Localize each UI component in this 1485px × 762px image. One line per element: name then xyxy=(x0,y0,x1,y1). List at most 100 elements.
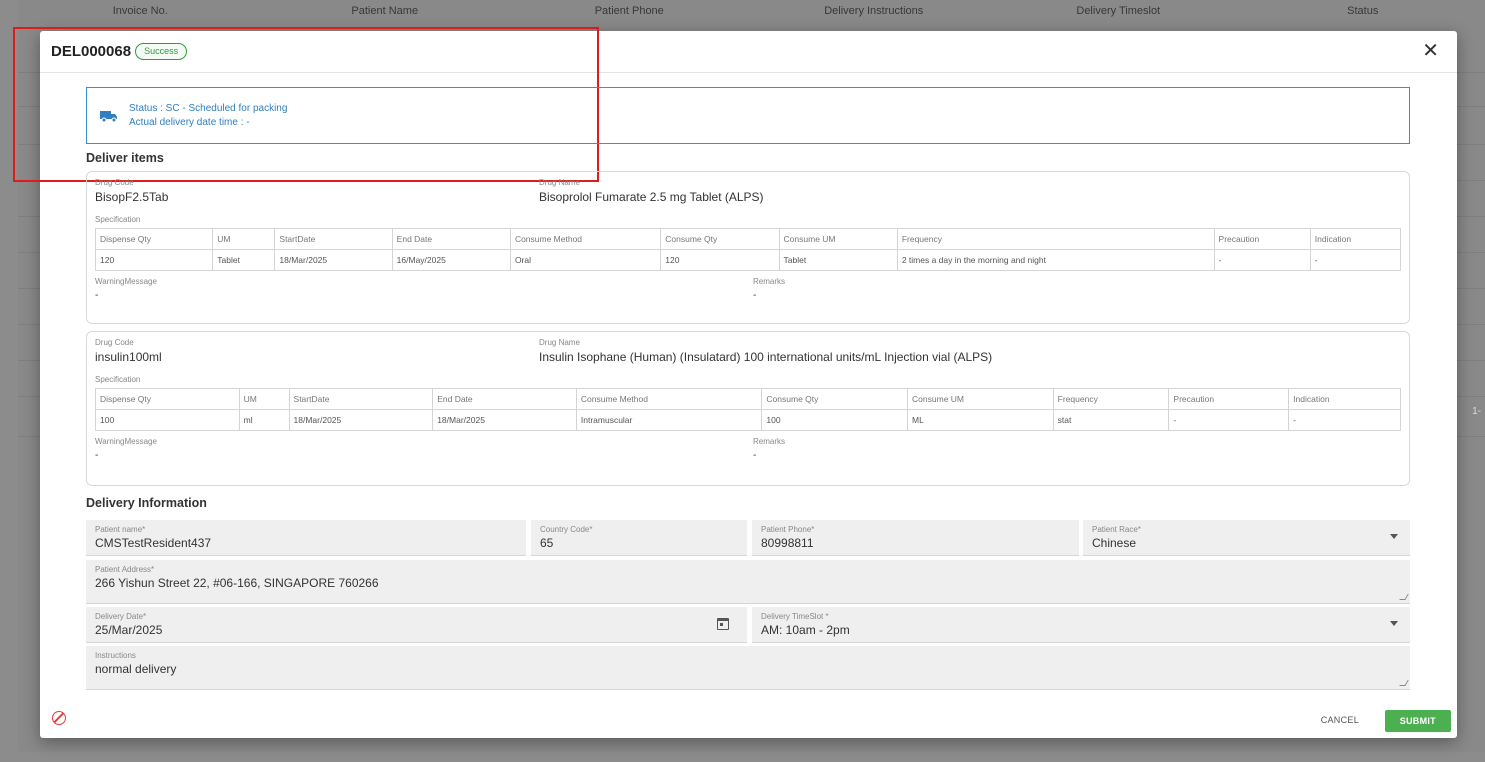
warning-label: WarningMessage xyxy=(95,277,157,286)
dialog-body: Status : SC - Scheduled for packing Actu… xyxy=(86,87,1410,516)
table-header-cell: Dispense Qty xyxy=(94,228,214,250)
table-cell: - xyxy=(1213,249,1311,271)
table-cell: Tablet xyxy=(212,249,276,271)
table-cell: 100 xyxy=(761,409,909,431)
patient-phone-field[interactable]: Patient Phone* 80998811 xyxy=(752,520,1079,556)
table-cell: 120 xyxy=(94,249,214,271)
patient-race-label: Patient Race* xyxy=(1092,525,1141,534)
warning-group: WarningMessage - xyxy=(95,437,753,467)
table-cell: - xyxy=(1168,409,1290,431)
patient-address-label: Patient Address* xyxy=(95,565,155,574)
cancel-button[interactable]: CANCEL xyxy=(1311,710,1369,730)
drug-name-label: Drug Name xyxy=(539,178,580,187)
calendar-icon[interactable] xyxy=(717,618,729,630)
instructions-field[interactable]: Instructions normal delivery xyxy=(86,646,1410,690)
specification-label: Specification xyxy=(95,375,141,384)
delivery-timeslot-label: Delivery TimeSlot * xyxy=(761,612,829,621)
close-icon[interactable]: ✕ xyxy=(1422,41,1439,61)
background-pager: 1- xyxy=(1472,406,1481,417)
patient-name-field[interactable]: Patient name* CMSTestResident437 xyxy=(86,520,526,556)
specification-table: Dispense Qty UM StartDate End Date Consu… xyxy=(95,388,1401,431)
country-code-field[interactable]: Country Code* 65 xyxy=(531,520,747,556)
submit-button[interactable]: SUBMIT xyxy=(1384,710,1451,732)
patient-address-value: 266 Yishun Street 22, #06-166, SINGAPORE… xyxy=(95,576,379,590)
remarks-group: Remarks - xyxy=(753,437,785,467)
table-cell: 16/May/2025 xyxy=(391,249,511,271)
delivery-date-value: 25/Mar/2025 xyxy=(95,623,163,637)
table-cell: 100 xyxy=(95,409,240,431)
drug-name-group: Drug Name Insulin Isophane (Human) (Insu… xyxy=(539,338,992,372)
table-cell: Tablet xyxy=(778,249,898,271)
delivery-date-label: Delivery Date* xyxy=(95,612,147,621)
table-header-cell: StartDate xyxy=(274,228,393,250)
table-cell: Intramuscular xyxy=(575,409,763,431)
deliver-items-title: Deliver items xyxy=(86,151,164,165)
table-cell: - xyxy=(1288,409,1401,431)
drug-card: Drug Code insulin100ml Drug Name Insulin… xyxy=(86,331,1410,486)
remarks-value: - xyxy=(753,450,757,461)
table-cell: 18/Mar/2025 xyxy=(432,409,577,431)
table-row: 120 Tablet 18/Mar/2025 16/May/2025 Oral … xyxy=(94,249,1402,271)
drug-code-label: Drug Code xyxy=(95,178,134,187)
remarks-label: Remarks xyxy=(753,277,786,286)
patient-address-field[interactable]: Patient Address* 266 Yishun Street 22, #… xyxy=(86,560,1410,604)
warning-label: WarningMessage xyxy=(95,437,157,446)
country-code-label: Country Code* xyxy=(540,525,593,534)
status-text: Status : SC - Scheduled for packing xyxy=(129,102,288,114)
table-header-cell: Consume Qty xyxy=(761,388,909,410)
patient-phone-label: Patient Phone* xyxy=(761,525,815,534)
patient-name-label: Patient name* xyxy=(95,525,146,534)
resize-handle-icon[interactable] xyxy=(1399,594,1409,600)
delivery-status-box: Status : SC - Scheduled for packing Actu… xyxy=(86,87,1410,144)
drug-card: Drug Code BisopF2.5Tab Drug Name Bisopro… xyxy=(86,171,1410,324)
table-header-cell: UM xyxy=(212,228,276,250)
drug-name-group: Drug Name Bisoprolol Fumarate 2.5 mg Tab… xyxy=(539,178,764,212)
table-header-cell: Frequency xyxy=(896,228,1215,250)
chevron-down-icon[interactable] xyxy=(1390,621,1398,626)
table-cell: stat xyxy=(1052,409,1170,431)
table-header-cell: Dispense Qty xyxy=(95,388,240,410)
patient-name-value: CMSTestResident437 xyxy=(95,536,212,550)
table-header-cell: Consume Method xyxy=(509,228,662,250)
resize-handle-icon[interactable] xyxy=(1399,680,1409,686)
patient-race-select[interactable]: Patient Race* Chinese xyxy=(1083,520,1410,556)
table-row: 100 ml 18/Mar/2025 18/Mar/2025 Intramusc… xyxy=(95,409,1401,431)
block-icon[interactable] xyxy=(52,711,66,725)
instructions-value: normal delivery xyxy=(95,662,177,676)
table-cell: ML xyxy=(907,409,1054,431)
chevron-down-icon[interactable] xyxy=(1390,534,1398,539)
drug-code-label: Drug Code xyxy=(95,338,134,347)
warning-group: WarningMessage - xyxy=(95,277,753,307)
table-header-cell: Frequency xyxy=(1052,388,1170,410)
table-header-cell: Consume Qty xyxy=(660,228,780,250)
warning-remarks-row: WarningMessage - Remarks - xyxy=(95,437,1401,467)
table-cell: 18/Mar/2025 xyxy=(274,249,393,271)
truck-icon xyxy=(100,109,118,123)
table-cell: 120 xyxy=(660,249,780,271)
table-header-cell: End Date xyxy=(391,228,511,250)
warning-value: - xyxy=(95,290,99,301)
warning-value: - xyxy=(95,450,99,461)
drug-name-label: Drug Name xyxy=(539,338,580,347)
delivery-info-title: Delivery Information xyxy=(86,496,207,510)
warning-remarks-row: WarningMessage - Remarks - xyxy=(95,277,1401,307)
delivery-date-field[interactable]: Delivery Date* 25/Mar/2025 xyxy=(86,607,747,643)
remarks-group: Remarks - xyxy=(753,277,785,307)
drug-header-row: Drug Code BisopF2.5Tab Drug Name Bisopro… xyxy=(95,178,1401,212)
instructions-label: Instructions xyxy=(95,651,136,660)
delivery-dialog: DEL000068 Success ✕ Status : SC - Schedu… xyxy=(13,27,1457,738)
table-cell: Oral xyxy=(509,249,662,271)
drug-code-value: insulin100ml xyxy=(95,350,162,364)
actual-delivery-text: Actual delivery date time : - xyxy=(129,116,250,128)
table-cell: - xyxy=(1309,249,1402,271)
drug-header-row: Drug Code insulin100ml Drug Name Insulin… xyxy=(95,338,1401,372)
remarks-label: Remarks xyxy=(753,437,786,446)
country-code-value: 65 xyxy=(540,536,554,550)
table-header-cell: UM xyxy=(238,388,290,410)
patient-phone-value: 80998811 xyxy=(761,536,814,550)
table-header-cell: Indication xyxy=(1309,228,1402,250)
status-lines: Status : SC - Scheduled for packing Actu… xyxy=(129,102,287,130)
delivery-timeslot-select[interactable]: Delivery TimeSlot * AM: 10am - 2pm xyxy=(752,607,1410,643)
drug-code-group: Drug Code BisopF2.5Tab xyxy=(95,178,539,212)
status-badge: Success xyxy=(135,43,188,60)
